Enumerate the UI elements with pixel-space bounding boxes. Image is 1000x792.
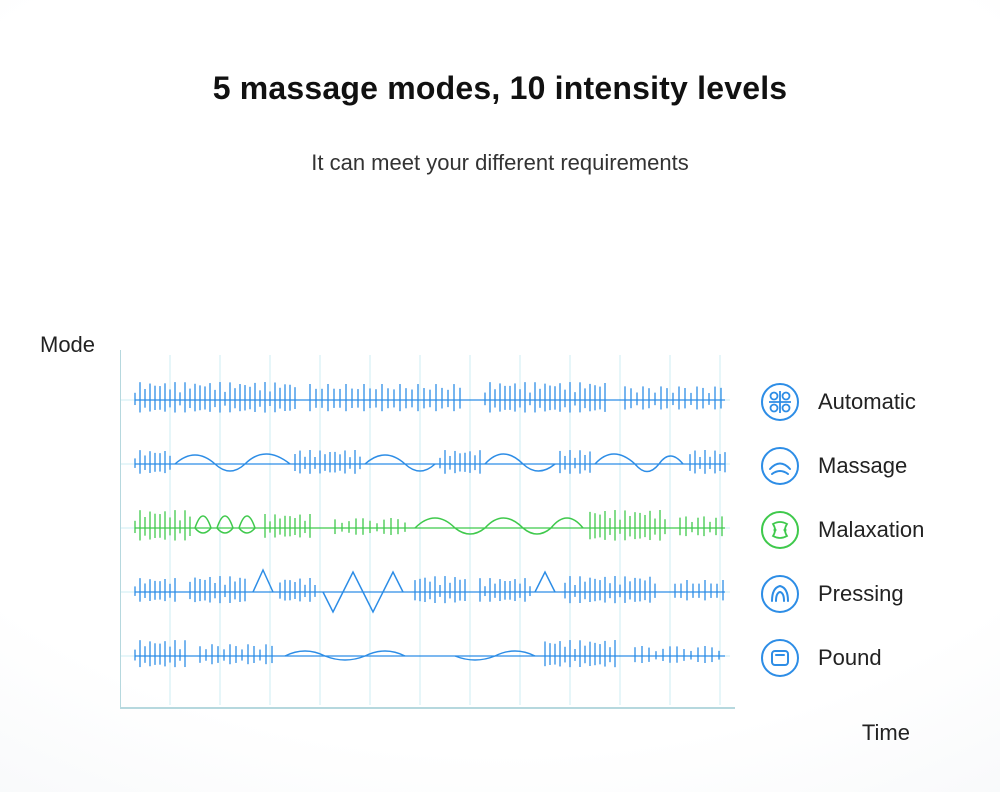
massage-icon <box>760 446 800 486</box>
chart-area <box>120 350 740 710</box>
legend-row-automatic: Automatic <box>760 370 990 434</box>
legend-row-massage: Massage <box>760 434 990 498</box>
malaxation-icon <box>760 510 800 550</box>
page-title: 5 massage modes, 10 intensity levels <box>0 70 1000 107</box>
page-subtitle: It can meet your different requirements <box>0 150 1000 176</box>
legend-row-pound: Pound <box>760 626 990 690</box>
legend-label-pressing: Pressing <box>818 581 904 607</box>
pound-icon <box>760 638 800 678</box>
y-axis-label: Mode <box>40 332 95 358</box>
legend: Automatic Massage Malaxation <box>760 370 990 690</box>
legend-label-massage: Massage <box>818 453 907 479</box>
legend-label-pound: Pound <box>818 645 882 671</box>
legend-row-malaxation: Malaxation <box>760 498 990 562</box>
automatic-icon <box>760 382 800 422</box>
legend-row-pressing: Pressing <box>760 562 990 626</box>
x-axis-label: Time <box>862 720 910 746</box>
wave-automatic <box>135 382 725 413</box>
legend-label-malaxation: Malaxation <box>818 517 924 543</box>
page: 5 massage modes, 10 intensity levels It … <box>0 0 1000 792</box>
wave-pound <box>135 640 725 667</box>
legend-label-automatic: Automatic <box>818 389 916 415</box>
wave-massage <box>135 450 725 474</box>
pressing-icon <box>760 574 800 614</box>
wave-malaxation <box>135 510 725 541</box>
wave-pressing <box>135 570 725 612</box>
waveform-chart <box>120 350 740 710</box>
